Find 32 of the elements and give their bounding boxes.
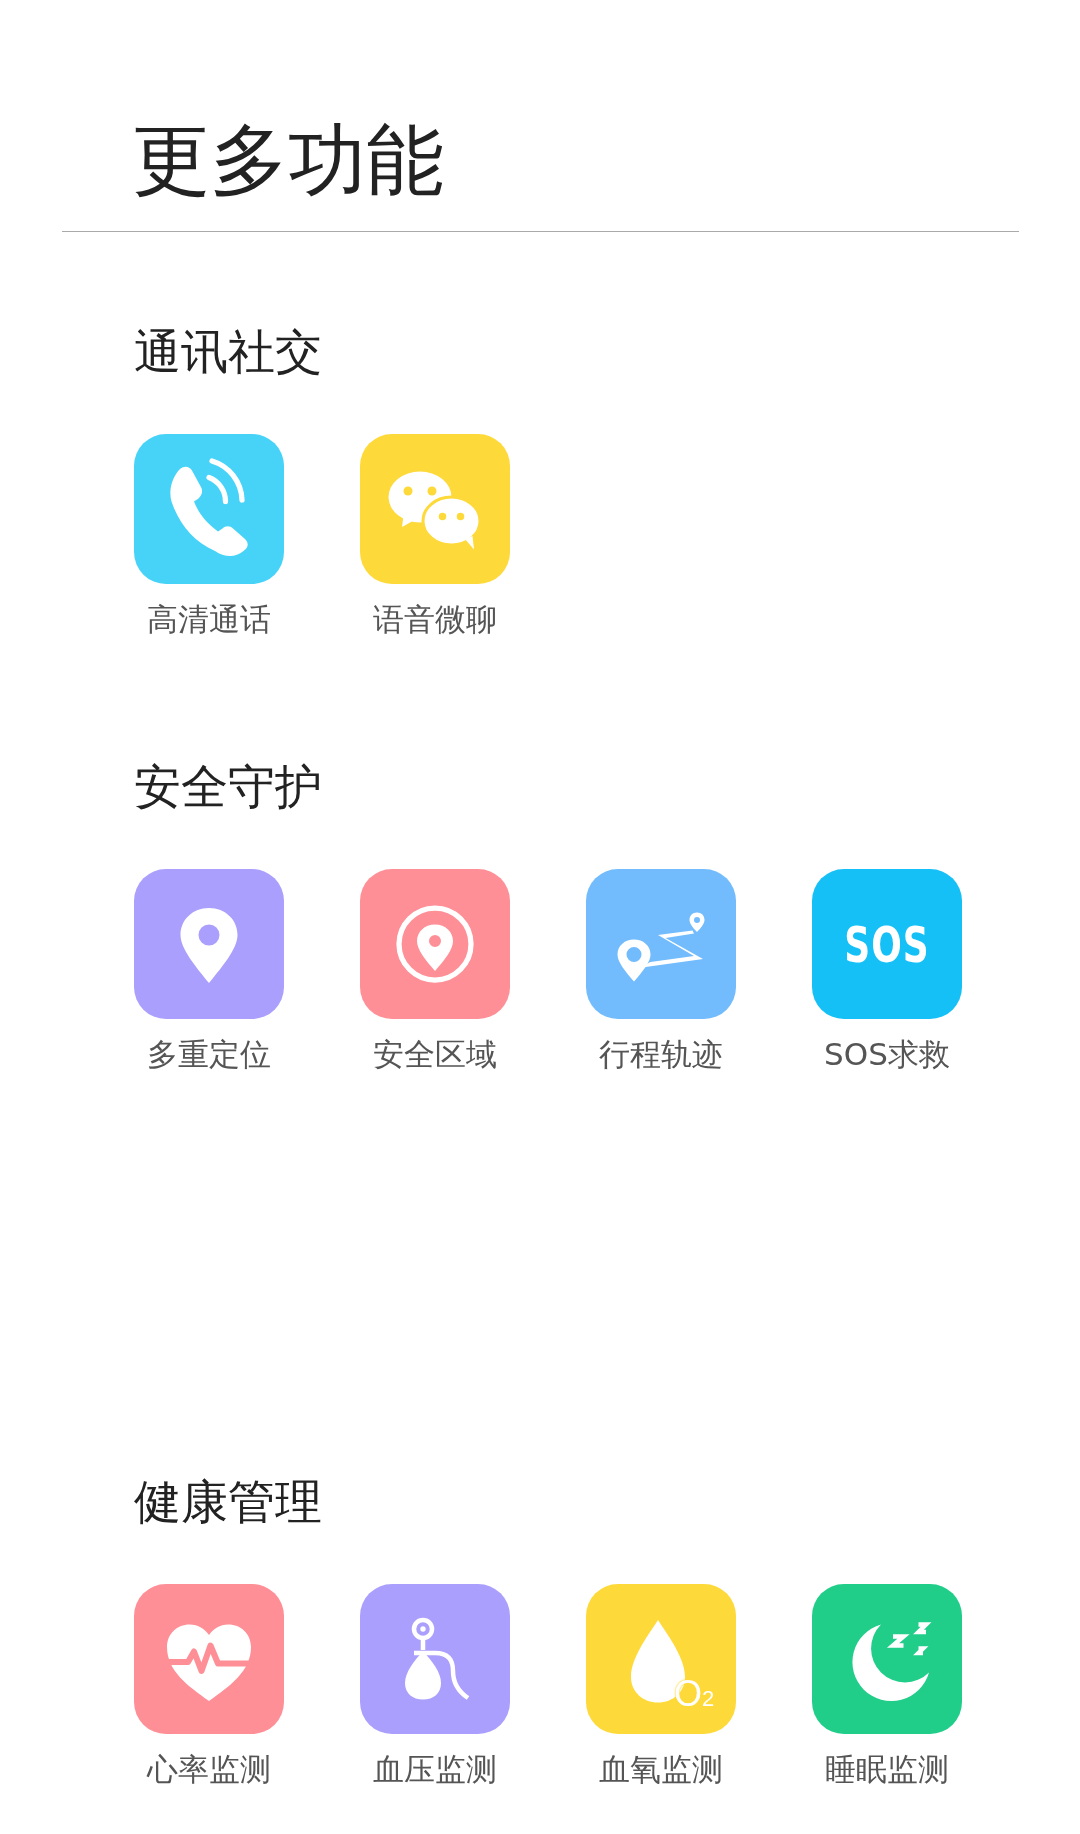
feature-label: 血氧监测 xyxy=(599,1754,723,1785)
feature-tile[interactable] xyxy=(360,869,510,1019)
feature-label: 行程轨迹 xyxy=(599,1039,723,1070)
route-pins-icon xyxy=(617,912,705,982)
moon-icon xyxy=(852,1622,932,1702)
phone-icon xyxy=(170,458,248,557)
feature-label: 血压监测 xyxy=(373,1754,497,1785)
feature-tile[interactable] xyxy=(586,869,736,1019)
section-heading: 健康管理 xyxy=(134,1478,323,1525)
blood-pressure-bulb-icon xyxy=(405,1617,471,1701)
sos-text: SOS xyxy=(843,915,931,973)
feature-label: 高清通话 xyxy=(147,604,271,635)
feature-label: 心率监测 xyxy=(147,1754,271,1785)
feature-label: SOS求救 xyxy=(824,1039,950,1070)
section-heading: 安全守护 xyxy=(134,763,323,810)
feature-label: 多重定位 xyxy=(147,1039,271,1070)
feature-tile[interactable] xyxy=(812,1584,962,1734)
feature-tile[interactable]: SOS xyxy=(812,869,962,1019)
feature-tile[interactable] xyxy=(360,434,510,584)
feature-tile[interactable] xyxy=(134,434,284,584)
heart-pulse-icon xyxy=(167,1624,251,1701)
feature-tile[interactable] xyxy=(360,1584,510,1734)
feature-label: 安全区域 xyxy=(373,1039,497,1070)
section-heading: 通讯社交 xyxy=(134,328,323,375)
feature-label: 语音微聊 xyxy=(373,604,497,635)
page-title: 更多功能 xyxy=(131,114,445,199)
feature-label: 睡眠监测 xyxy=(825,1754,949,1785)
chat-bubbles-icon xyxy=(388,471,482,550)
location-pin-icon xyxy=(180,908,238,983)
feature-tile[interactable] xyxy=(134,1584,284,1734)
pin-in-circle-icon xyxy=(396,905,474,983)
feature-tile[interactable] xyxy=(134,869,284,1019)
